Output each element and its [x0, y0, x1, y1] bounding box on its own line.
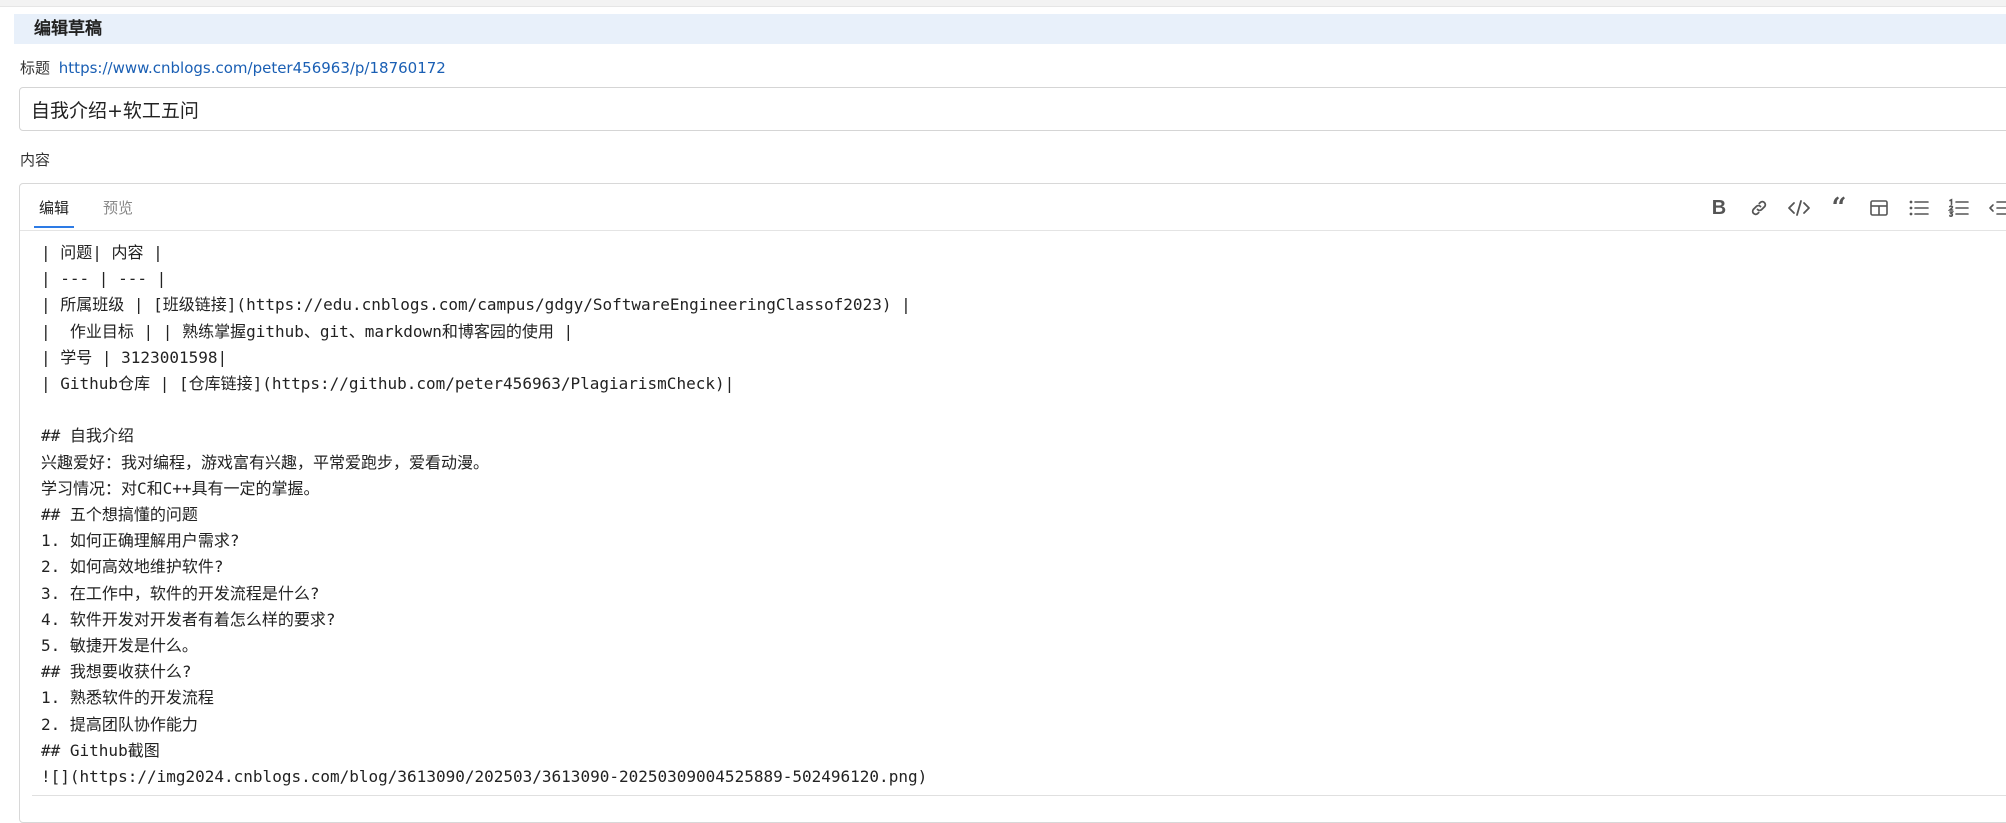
editor-line: 3. 在工作中，软件的开发流程是什么? — [41, 583, 320, 603]
code-icon[interactable] — [1786, 196, 1812, 220]
editor-line: 5. 敏捷开发是什么。 — [41, 636, 198, 656]
editor-line: | Github仓库 | [仓库链接](https://github.com/p… — [41, 374, 735, 394]
editor-line: ## 自我介绍 — [41, 426, 134, 446]
markdown-textarea[interactable]: | 问题| 内容 | | --- | --- | | 所属班级 | [班级链接](h… — [41, 240, 2001, 790]
editor-line: 兴趣爱好：我对编程，游戏富有兴趣，平常爱跑步，爱看动漫。 — [41, 452, 490, 472]
editor-line: ## 我想要收获什么? — [41, 662, 192, 682]
table-icon[interactable] — [1866, 196, 1892, 220]
indent-icon[interactable] — [1986, 196, 2006, 220]
title-label-row: 标题 https://www.cnblogs.com/peter456963/p… — [20, 58, 446, 78]
editor-line: 1. 如何正确理解用户需求? — [41, 531, 240, 551]
bold-icon[interactable]: B — [1706, 196, 1732, 220]
editor-line: ## 五个想搞懂的问题 — [41, 505, 198, 525]
unordered-list-icon[interactable] — [1906, 196, 1932, 220]
ordered-list-icon[interactable] — [1946, 196, 1972, 220]
editor-line: | --- | --- | — [41, 269, 167, 289]
editor-line: | 作业目标 | | 熟练掌握github、git、markdown和博客园的使… — [41, 321, 574, 341]
editor-line: 1. 熟悉软件的开发流程 — [41, 688, 214, 708]
editor-tab-bar: 编辑 预览 B “ — [20, 184, 2006, 231]
editor-line: ![](https://img2024.cnblogs.com/blog/361… — [41, 767, 928, 787]
tab-edit[interactable]: 编辑 — [34, 198, 74, 228]
link-icon[interactable] — [1746, 196, 1772, 220]
editor-divider — [32, 795, 2006, 796]
title-input[interactable] — [19, 87, 2006, 131]
tab-preview[interactable]: 预览 — [103, 198, 133, 218]
editor-line: 2. 如何高效地维护软件? — [41, 557, 224, 577]
editor-line: ## Github截图 — [41, 740, 160, 760]
top-divider — [0, 0, 2006, 7]
editor-line: 学习情况：对C和C++具有一定的掌握。 — [41, 478, 320, 498]
editor-line: | 学号 | 3123001598| — [41, 347, 228, 367]
editor-line: | 问题| 内容 | — [41, 243, 163, 262]
editor-line: | 所属班级 | [班级链接](https://edu.cnblogs.com/… — [41, 295, 911, 315]
editor-line: 4. 软件开发对开发者有着怎么样的要求? — [41, 609, 336, 629]
section-header: 编辑草稿 — [14, 14, 2006, 44]
post-url-link[interactable]: https://www.cnblogs.com/peter456963/p/18… — [59, 59, 446, 77]
content-label: 内容 — [20, 151, 51, 169]
markdown-editor: 编辑 预览 B “ | 问题| 内容 | | --- | --- | | 所属班… — [19, 183, 2006, 823]
title-label: 标题 — [20, 59, 51, 77]
quote-icon[interactable]: “ — [1826, 193, 1852, 223]
editor-line: 2. 提高团队协作能力 — [41, 714, 198, 734]
editor-line: ​ — [41, 397, 2001, 423]
